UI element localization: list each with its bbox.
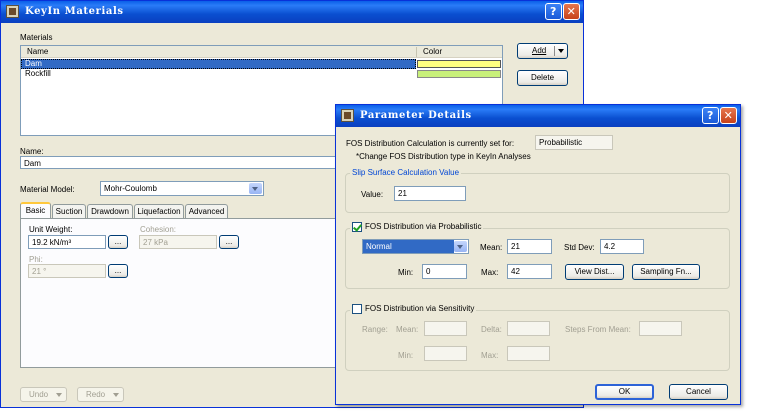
distribution-dropdown[interactable]: Normal: [362, 239, 469, 254]
stddev-label: Std Dev:: [564, 243, 595, 252]
unit-weight-field[interactable]: 19.2 kN/m³: [28, 235, 106, 249]
add-divider: [554, 46, 555, 56]
mean-field[interactable]: 21: [507, 239, 552, 254]
delete-button[interactable]: Delete: [517, 70, 568, 86]
redo-label: Redo: [86, 390, 106, 399]
cancel-button[interactable]: Cancel: [669, 384, 728, 400]
view-dist-button[interactable]: View Dist...: [565, 264, 624, 280]
window-title: KeyIn Materials: [25, 6, 124, 17]
tab-advanced[interactable]: Advanced: [185, 204, 228, 218]
tab-suction[interactable]: Suction: [52, 204, 86, 218]
name-field[interactable]: Dam: [20, 156, 340, 169]
range-label: Range:: [362, 325, 388, 334]
unit-weight-browse-button[interactable]: ...: [108, 235, 128, 249]
close-button[interactable]: ✕: [563, 3, 580, 20]
redo-button: Redo: [77, 387, 124, 402]
phi-field: 21 °: [28, 264, 106, 278]
fos-calc-value: Probabilistic: [535, 135, 613, 150]
unit-weight-label: Unit Weight:: [29, 225, 73, 234]
help-button[interactable]: ?: [545, 3, 562, 20]
caret-down-icon: [558, 49, 564, 53]
tab-drawdown[interactable]: Drawdown: [87, 204, 133, 218]
probabilistic-checkbox[interactable]: [352, 222, 362, 232]
cohesion-field: 27 kPa: [139, 235, 217, 249]
sampling-fn-button[interactable]: Sampling Fn...: [632, 264, 700, 280]
row-name-cell: [21, 59, 416, 69]
value-field[interactable]: 21: [394, 186, 466, 201]
app-icon: [341, 109, 354, 122]
row-name: Rockfill: [25, 69, 51, 78]
app-icon: [6, 5, 19, 18]
caret-down-icon: [113, 393, 119, 397]
distribution-value: Normal: [363, 240, 454, 253]
cohesion-browse-button[interactable]: ...: [219, 235, 239, 249]
materials-titlebar[interactable]: KeyIn Materials ? ✕: [1, 1, 583, 23]
tab-basic[interactable]: Basic: [20, 202, 51, 218]
color-swatch[interactable]: [417, 70, 501, 78]
column-header-color[interactable]: Color: [423, 47, 442, 57]
undo-button: Undo: [20, 387, 67, 402]
chevron-down-icon[interactable]: [454, 241, 467, 252]
min-field[interactable]: 0: [422, 264, 467, 279]
steps-field: [639, 321, 682, 336]
tab-strip: Basic Suction Drawdown Liquefaction Adva…: [20, 202, 340, 218]
parameter-details-dialog: Parameter Details ? ✕ FOS Distribution C…: [335, 104, 741, 405]
undo-label: Undo: [29, 390, 49, 399]
sensitivity-group-title[interactable]: FOS Distribution via Sensitivity: [350, 304, 477, 314]
probabilistic-label: FOS Distribution via Probabilistic: [365, 222, 482, 231]
list-header: Name Color: [21, 46, 502, 58]
sensitivity-label: FOS Distribution via Sensitivity: [365, 304, 475, 313]
sensitivity-checkbox[interactable]: [352, 304, 362, 314]
tab-liquefaction[interactable]: Liquefaction: [134, 204, 184, 218]
list-row[interactable]: Dam: [21, 59, 502, 69]
sens-min-field: [424, 346, 467, 361]
add-label: Add: [532, 46, 547, 55]
stddev-field[interactable]: 4.2: [600, 239, 644, 254]
fos-calc-label: FOS Distribution Calculation is currentl…: [346, 139, 515, 148]
slip-surface-group-title: Slip Surface Calculation Value: [350, 168, 462, 178]
dialog-title: Parameter Details: [360, 110, 472, 121]
cohesion-label: Cohesion:: [140, 225, 177, 234]
phi-browse-button[interactable]: ...: [108, 264, 128, 278]
list-row[interactable]: Rockfill: [21, 69, 502, 79]
material-model-dropdown[interactable]: Mohr-Coulomb: [100, 181, 264, 196]
mean-label: Mean:: [480, 243, 503, 252]
steps-label: Steps From Mean:: [565, 325, 631, 334]
max-field[interactable]: 42: [507, 264, 552, 279]
sens-mean-field: [424, 321, 467, 336]
materials-group-label: Materials: [20, 33, 53, 42]
add-button[interactable]: Add: [517, 43, 568, 59]
value-label: Value:: [361, 190, 383, 200]
row-name: Dam: [25, 59, 42, 68]
delta-field: [507, 321, 550, 336]
delta-label: Delta:: [481, 325, 502, 334]
max-label: Max:: [481, 268, 499, 277]
help-button[interactable]: ?: [702, 107, 719, 124]
min-label: Min:: [398, 268, 414, 277]
caret-down-icon: [56, 393, 62, 397]
dialog-titlebar[interactable]: Parameter Details ? ✕: [336, 105, 740, 127]
sens-mean-label: Mean:: [396, 325, 419, 334]
color-swatch[interactable]: [417, 60, 501, 68]
value-label-text: Value:: [361, 190, 384, 199]
sens-max-field: [507, 346, 550, 361]
chevron-down-icon[interactable]: [249, 183, 262, 194]
ok-button[interactable]: OK: [595, 384, 654, 400]
material-model-label: Material Model:: [20, 185, 75, 194]
probabilistic-group-title[interactable]: FOS Distribution via Probabilistic: [350, 222, 484, 232]
sens-max-label: Max:: [481, 351, 499, 360]
column-header-name[interactable]: Name: [27, 47, 48, 57]
sens-min-label: Min:: [398, 351, 414, 360]
sensitivity-group: [345, 310, 730, 371]
material-model-value: Mohr-Coulomb: [104, 184, 157, 193]
fos-note: *Change FOS Distribution type in KeyIn A…: [356, 152, 531, 161]
column-divider: [416, 47, 417, 57]
close-button[interactable]: ✕: [720, 107, 737, 124]
